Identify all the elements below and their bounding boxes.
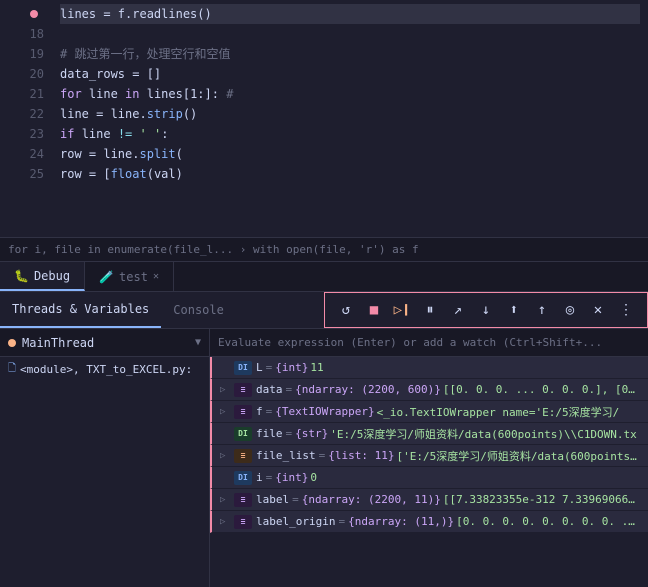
code-line-25: row = [float(val) <box>60 164 640 184</box>
watch-bar[interactable]: Evaluate expression (Enter) or add a wat… <box>210 329 648 357</box>
line-num-22: 22 <box>8 104 44 124</box>
line-numbers: 18 19 20 21 22 23 24 25 <box>0 4 52 233</box>
var-icon-label-origin: ≡ <box>234 515 252 529</box>
subtab-console[interactable]: Console <box>161 292 236 328</box>
thread-dropdown-arrow: ▼ <box>195 337 201 348</box>
code-line-22: line = line.strip() <box>60 104 640 124</box>
line-num-18: 18 <box>8 24 44 44</box>
bottom-panel: 🐛 Debug 🧪 test ✕ Threads & Variables Con… <box>0 262 648 587</box>
var-expand-data: ▷ <box>220 385 234 395</box>
debug-toolbar: ↺ ■ ▷❙ ⏸ ↗ ↓ ⬆ ↑ ◎ ✕ ⋮ <box>324 292 648 328</box>
subtab-console-label: Console <box>173 303 224 317</box>
tab-debug[interactable]: 🐛 Debug <box>0 262 85 291</box>
main-content: MainThread ▼ 🗋 <module>, TXT_to_EXCEL.py… <box>0 329 648 587</box>
tab-test-close[interactable]: ✕ <box>153 271 159 282</box>
file-icon: 🗋 <box>8 361 16 378</box>
var-item-file[interactable]: DI file = {str} 'E:/5深度学习/师姐资料/data(600p… <box>210 423 648 445</box>
variables-list: DI L = {int} 11 ▷ ≡ data = {ndarray: (22… <box>210 357 648 587</box>
line-num-24: 24 <box>8 144 44 164</box>
subtab-threads-variables[interactable]: Threads & Variables <box>0 292 161 328</box>
thread-name: MainThread <box>22 336 189 350</box>
line-num-21: 21 <box>8 84 44 104</box>
line-num-23: 23 <box>8 124 44 144</box>
run-to-cursor-button[interactable]: ◎ <box>557 297 583 323</box>
tab-test[interactable]: 🧪 test ✕ <box>85 262 174 291</box>
var-icon-label: ≡ <box>234 493 252 507</box>
step-into-button[interactable]: ↓ <box>473 297 499 323</box>
var-item-f[interactable]: ▷ ≡ f = {TextIOWrapper} <_io.TextIOWrapp… <box>210 401 648 423</box>
thread-selector[interactable]: MainThread ▼ <box>0 329 209 357</box>
var-item-i[interactable]: DI i = {int} 0 <box>210 467 648 489</box>
code-line-20: data_rows = [] <box>60 64 640 84</box>
var-icon-file: DI <box>234 427 252 441</box>
stack-item-label: <module>, TXT_to_EXCEL.py: <box>20 363 192 376</box>
var-icon-file-list: ≡ <box>234 449 252 463</box>
restart-button[interactable]: ↺ <box>333 297 359 323</box>
line-num-bp <box>8 4 44 24</box>
debug-icon: 🐛 <box>14 269 29 283</box>
code-line-24: row = line.split( <box>60 144 640 164</box>
var-item-data[interactable]: ▷ ≡ data = {ndarray: (2200, 600)} [[0. 0… <box>210 379 648 401</box>
var-icon-L: DI <box>234 361 252 375</box>
code-line-23: if line != ' ': <box>60 124 640 144</box>
clear-button[interactable]: ✕ <box>585 297 611 323</box>
stack-list: 🗋 <module>, TXT_to_EXCEL.py: <box>0 357 209 587</box>
var-expand-f: ▷ <box>220 407 234 417</box>
code-line-21: for line in lines[1:]: # <box>60 84 640 104</box>
code-line-19: # 跳过第一行，处理空行和空值 <box>60 44 640 64</box>
step-over-button[interactable]: ↗ <box>445 297 471 323</box>
panel-tabs: 🐛 Debug 🧪 test ✕ <box>0 262 648 292</box>
tab-debug-label: Debug <box>34 269 70 283</box>
var-icon-data: ≡ <box>234 383 252 397</box>
var-item-label-origin[interactable]: ▷ ≡ label_origin = {ndarray: (11,)} [0. … <box>210 511 648 533</box>
line-num-25: 25 <box>8 164 44 184</box>
step-out-button[interactable]: ⬆ <box>501 297 527 323</box>
more-button[interactable]: ⋮ <box>613 297 639 323</box>
code-lines-container: 18 19 20 21 22 23 24 25 lines = f.readli… <box>0 0 648 237</box>
subtab-threads-label: Threads & Variables <box>12 302 149 316</box>
right-panel: Evaluate expression (Enter) or add a wat… <box>210 329 648 587</box>
var-item-file-list[interactable]: ▷ ≡ file_list = {list: 11} ['E:/5深度学习/师姐… <box>210 445 648 467</box>
line-num-19: 19 <box>8 44 44 64</box>
breakpoint-indicator <box>30 10 38 18</box>
tab-test-label: test <box>119 270 148 284</box>
run-icon: 🧪 <box>99 270 114 284</box>
left-panel: MainThread ▼ 🗋 <module>, TXT_to_EXCEL.py… <box>0 329 210 587</box>
line-num-20: 20 <box>8 64 44 84</box>
subtabs-toolbar-row: Threads & Variables Console ↺ ■ ▷❙ ⏸ ↗ ↓… <box>0 292 648 329</box>
var-item-label[interactable]: ▷ ≡ label = {ndarray: (2200, 11)} [[7.33… <box>210 489 648 511</box>
stack-item-0[interactable]: 🗋 <module>, TXT_to_EXCEL.py: <box>0 357 209 381</box>
step-back-button[interactable]: ↑ <box>529 297 555 323</box>
var-icon-f: ≡ <box>234 405 252 419</box>
watch-placeholder: Evaluate expression (Enter) or add a wat… <box>218 336 602 349</box>
var-icon-i: DI <box>234 471 252 485</box>
var-expand-label-origin: ▷ <box>220 517 234 527</box>
pause-button[interactable]: ⏸ <box>417 297 443 323</box>
code-line-18 <box>60 24 640 44</box>
code-editor: 18 19 20 21 22 23 24 25 lines = f.readli… <box>0 0 648 262</box>
var-expand-label: ▷ <box>220 495 234 505</box>
thread-status-dot <box>8 339 16 347</box>
var-item-L[interactable]: DI L = {int} 11 <box>210 357 648 379</box>
code-content: lines = f.readlines() # 跳过第一行，处理空行和空值 da… <box>52 4 648 233</box>
resume-button[interactable]: ▷❙ <box>389 297 415 323</box>
breadcrumb: for i, file in enumerate(file_l... › wit… <box>0 237 648 261</box>
code-line-bp: lines = f.readlines() <box>60 4 640 24</box>
var-expand-file-list: ▷ <box>220 451 234 461</box>
stop-button[interactable]: ■ <box>361 297 387 323</box>
